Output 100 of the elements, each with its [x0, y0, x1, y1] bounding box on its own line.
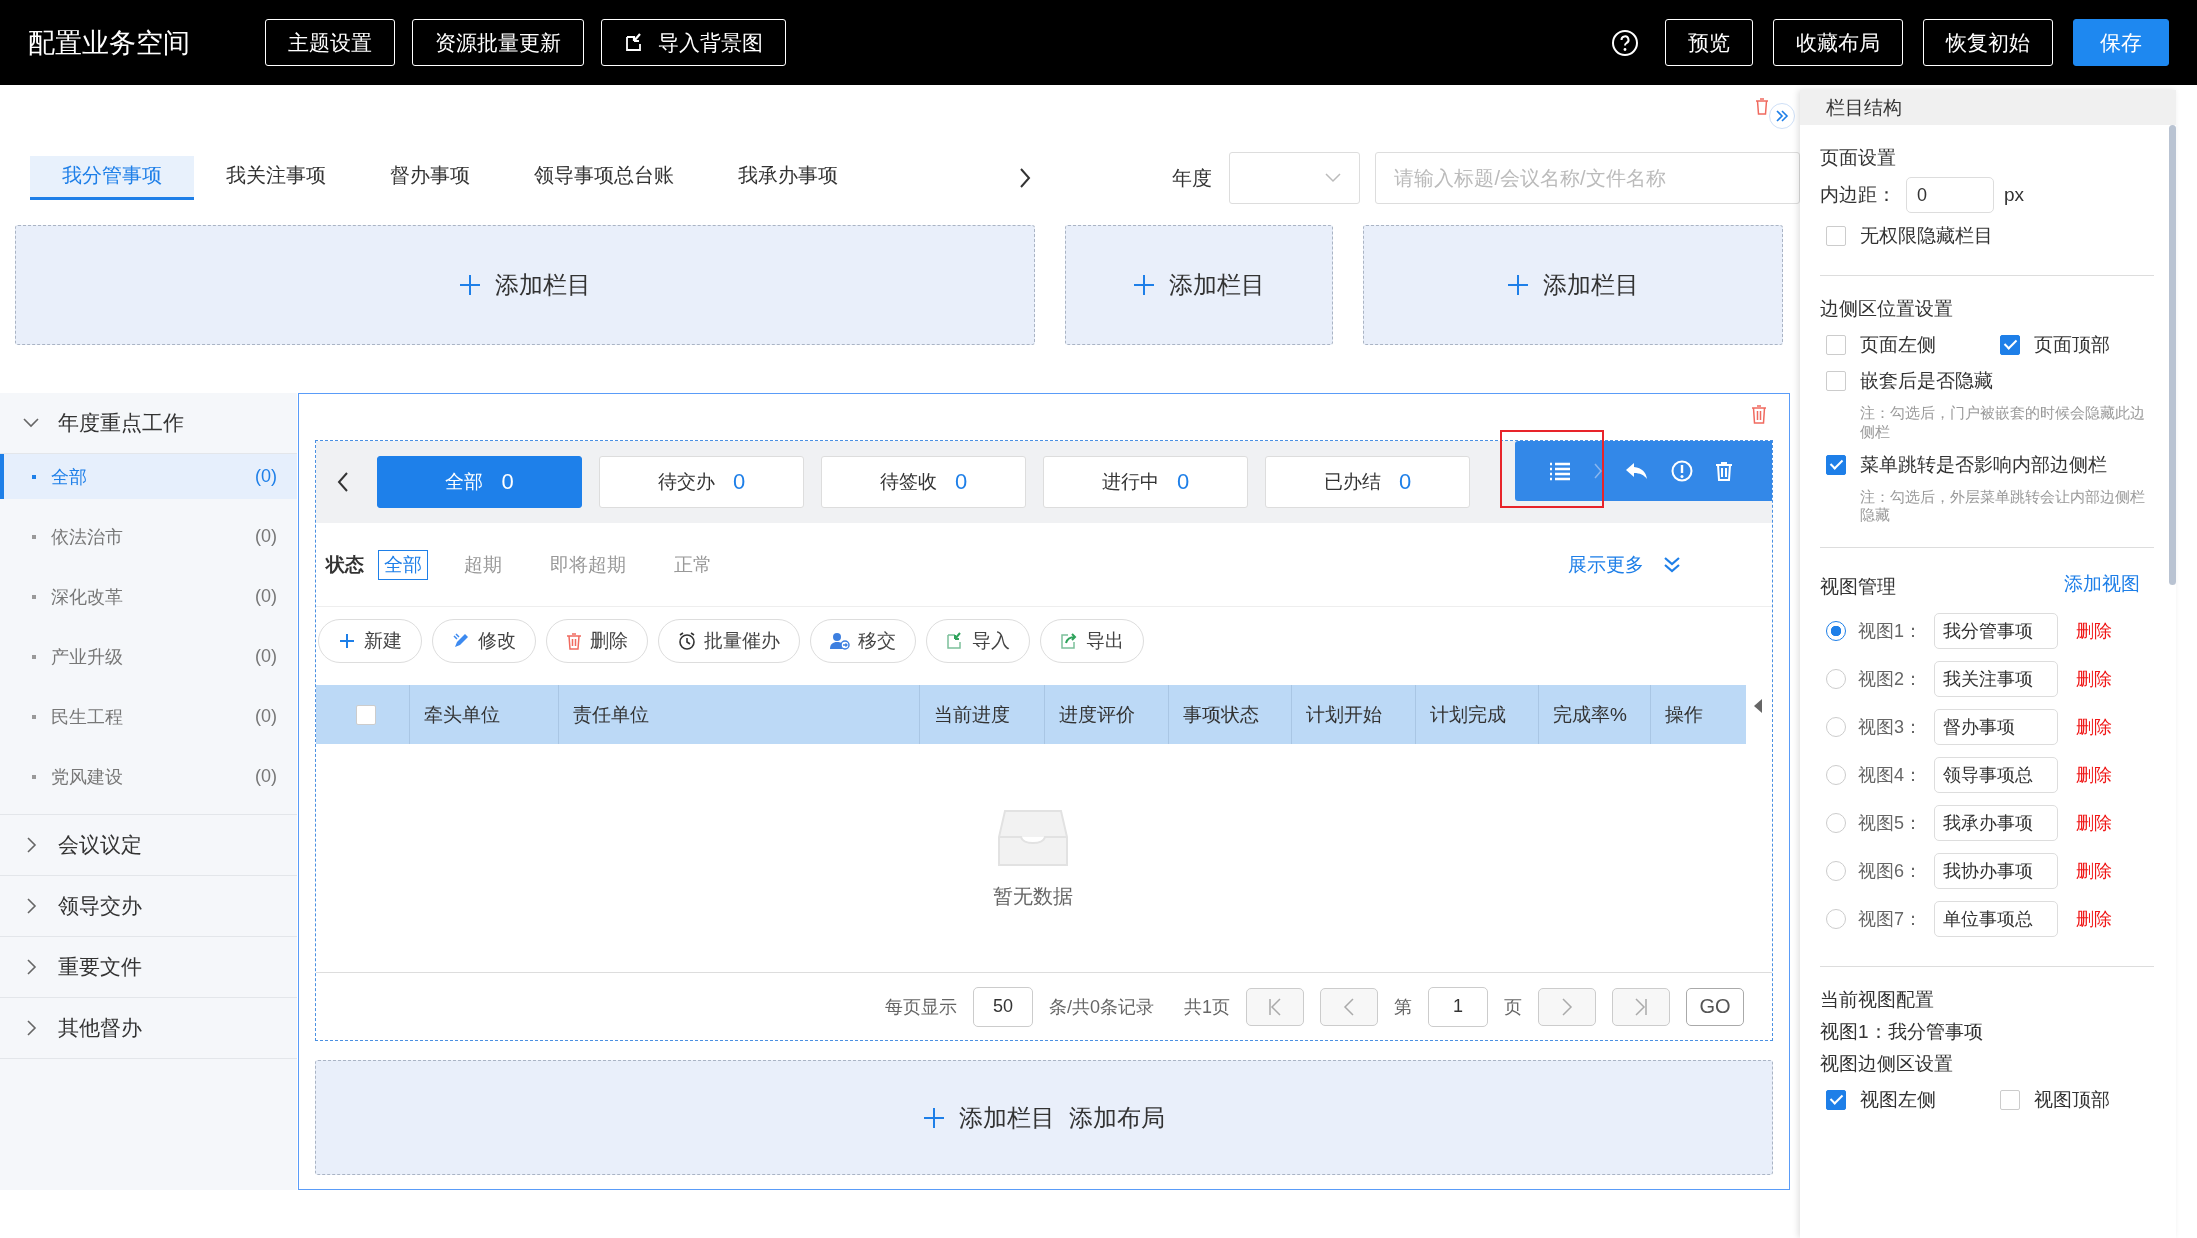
delete-link[interactable]: 删除 [2076, 667, 2112, 691]
status-card[interactable]: 待交办 0 [599, 456, 804, 508]
header-button[interactable]: 恢复初始 [1923, 19, 2053, 66]
sidebar-item[interactable]: 深化改革 (0) [0, 574, 297, 619]
radio-button[interactable] [1826, 813, 1846, 833]
column-header[interactable]: 当前进度 [919, 685, 1044, 744]
column-header[interactable]: 计划开始 [1291, 685, 1415, 744]
radio-button[interactable] [1826, 669, 1846, 689]
checkbox[interactable] [1826, 371, 1846, 391]
delete-link[interactable]: 删除 [2076, 619, 2112, 643]
action-button[interactable]: 删除 [546, 619, 648, 663]
header-button[interactable]: 收藏布局 [1773, 19, 1903, 66]
sidebar-item[interactable]: 民生工程 (0) [0, 694, 297, 739]
action-button[interactable]: 批量催办 [658, 619, 800, 663]
help-icon[interactable] [1611, 28, 1639, 57]
checkbox[interactable] [1826, 1090, 1846, 1110]
sidebar-group[interactable]: 其他督办 [0, 998, 297, 1059]
last-page-button[interactable] [1612, 987, 1670, 1026]
column-header[interactable]: 完成率% [1538, 685, 1650, 744]
delete-link[interactable]: 删除 [2076, 763, 2112, 787]
view-tab[interactable]: 领导事项总台账 [502, 156, 706, 200]
action-button[interactable]: 移交 [810, 619, 916, 663]
sidebar-group[interactable]: 领导交办 [0, 876, 297, 937]
collapse-button[interactable] [1769, 103, 1795, 129]
view-name-field[interactable]: 领导事项总 [1934, 757, 2058, 793]
action-button[interactable]: 导出 [1040, 619, 1144, 663]
add-column-card[interactable]: 添加栏目 [1065, 225, 1333, 345]
header-button[interactable]: 保存 [2073, 19, 2169, 66]
view-tab[interactable]: 督办事项 [358, 156, 502, 200]
status-card[interactable]: 全部 0 [377, 456, 582, 508]
caret-left-icon[interactable] [1754, 698, 1762, 713]
add-column-card[interactable]: 添加栏目 [15, 225, 1035, 345]
toolbar-button[interactable]: 资源批量更新 [412, 19, 584, 66]
page-number-field[interactable]: 1 [1428, 986, 1488, 1027]
toolbar-button[interactable]: 导入背景图 [601, 19, 786, 66]
checkbox[interactable] [2000, 335, 2020, 355]
radio-button[interactable] [1826, 861, 1846, 881]
sidebar-item[interactable]: 全部 (0) [0, 454, 297, 499]
view-name-field[interactable]: 督办事项 [1934, 709, 2058, 745]
toolbar-button[interactable]: 主题设置 [265, 19, 395, 66]
list-icon[interactable] [1549, 461, 1571, 481]
action-button[interactable]: 新建 [318, 619, 422, 663]
year-select[interactable] [1229, 152, 1361, 204]
checkbox[interactable] [2000, 1090, 2020, 1110]
reply-icon[interactable] [1625, 461, 1649, 481]
sidebar-item[interactable]: 党风建设 (0) [0, 754, 297, 799]
view-name-field[interactable]: 我承办事项 [1934, 805, 2058, 841]
column-header[interactable]: 进度评价 [1044, 685, 1168, 744]
column-header[interactable]: 责任单位 [558, 685, 919, 744]
checkbox[interactable] [1826, 226, 1846, 246]
view-tab[interactable]: 我承办事项 [706, 156, 870, 200]
delete-link[interactable]: 删除 [2076, 811, 2112, 835]
delete-link[interactable]: 删除 [2076, 859, 2112, 883]
chevron-left-icon[interactable] [336, 471, 350, 493]
padding-field[interactable]: 0 [1906, 177, 1994, 213]
filter-option[interactable]: 全部 [378, 549, 428, 580]
radio-button[interactable] [1826, 909, 1846, 929]
view-name-field[interactable]: 我关注事项 [1934, 661, 2058, 697]
view-name-field[interactable]: 我协办事项 [1934, 853, 2058, 889]
scrollbar[interactable] [2169, 125, 2176, 585]
search-field[interactable]: 请输入标题/会议名称/文件名称 [1375, 152, 1800, 204]
previous-page-button[interactable] [1320, 987, 1378, 1026]
delete-link[interactable]: 删除 [2076, 715, 2112, 739]
column-header[interactable]: 操作 [1650, 685, 1736, 744]
trash-icon[interactable] [1751, 404, 1767, 424]
chevron-right-icon[interactable] [1018, 167, 1032, 189]
sidebar-item[interactable]: 产业升级 (0) [0, 634, 297, 679]
sidebar-item[interactable]: 依法治市 (0) [0, 514, 297, 559]
radio-button[interactable] [1826, 621, 1846, 641]
delete-link[interactable]: 删除 [2076, 907, 2112, 931]
column-header[interactable]: 事项状态 [1168, 685, 1291, 744]
trash-icon[interactable] [1755, 97, 1769, 115]
view-name-field[interactable]: 单位事项总 [1934, 901, 2058, 937]
status-card[interactable]: 待签收 0 [821, 456, 1026, 508]
view-tab[interactable]: 我关注事项 [194, 156, 358, 200]
double-chevron-down-icon[interactable] [1662, 554, 1682, 575]
sidebar-group[interactable]: 会议议定 [0, 815, 297, 876]
sidebar-group[interactable]: 重要文件 [0, 937, 297, 998]
action-button[interactable]: 修改 [432, 619, 536, 663]
show-more-link[interactable]: 展示更多 [1568, 551, 1644, 578]
alert-icon[interactable] [1671, 460, 1693, 482]
checkbox[interactable] [1826, 454, 1846, 475]
add-column-card[interactable]: 添加栏目 [1363, 225, 1783, 345]
radio-button[interactable] [1826, 765, 1846, 785]
first-page-button[interactable] [1246, 987, 1304, 1026]
column-header[interactable]: 计划完成 [1415, 685, 1538, 744]
status-card[interactable]: 已办结 0 [1265, 456, 1470, 508]
checkbox[interactable] [355, 704, 376, 725]
next-page-button[interactable] [1538, 987, 1596, 1026]
action-button[interactable]: 导入 [926, 619, 1030, 663]
view-name-field[interactable]: 我分管事项 [1934, 613, 2058, 649]
header-button[interactable]: 预览 [1665, 19, 1753, 66]
status-card[interactable]: 进行中 0 [1043, 456, 1248, 508]
add-view-link[interactable]: 添加视图 [2064, 571, 2140, 597]
go-button[interactable]: GO [1686, 987, 1744, 1026]
view-tab[interactable]: 我分管事项 [30, 156, 194, 200]
radio-button[interactable] [1826, 717, 1846, 737]
page-size-field[interactable]: 50 [972, 986, 1033, 1027]
add-column-card[interactable]: 添加栏目 添加布局 [315, 1060, 1773, 1175]
column-header[interactable]: 牵头单位 [409, 685, 558, 744]
